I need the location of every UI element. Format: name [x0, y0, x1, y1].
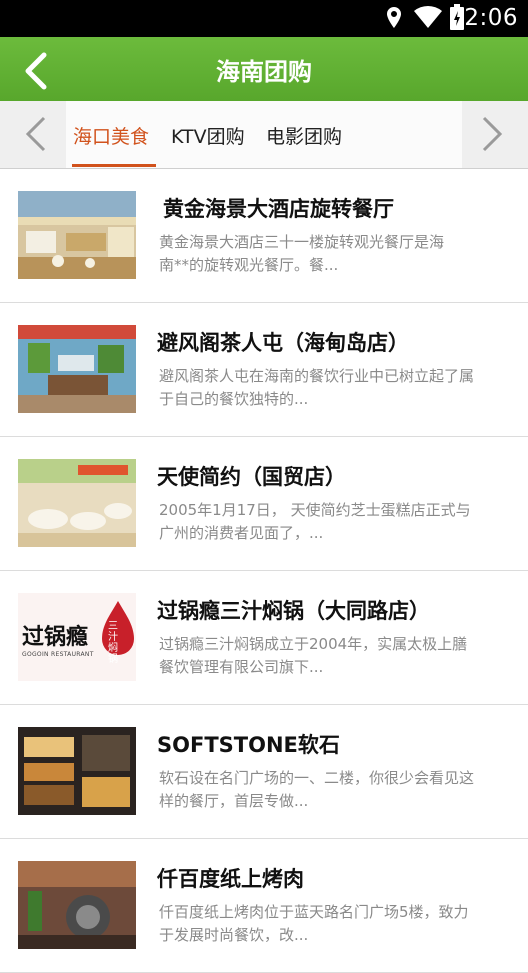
tab-haikou-food[interactable]: 海口美食 — [73, 122, 149, 149]
chevron-right-icon[interactable] — [476, 116, 506, 152]
item-description: 黄金海景大酒店三十一楼旋转观光餐厅是海 南**的旋转观光餐厅。餐... — [159, 233, 445, 274]
active-tab-indicator — [72, 164, 156, 167]
list-item[interactable]: SOFTSTONE软石 软石设在名门广场的一、二楼，你很少会看见这 样的餐厅，首… — [0, 705, 528, 839]
item-description: 软石设在名门广场的一、二楼，你很少会看见这 样的餐厅，首层专做... — [159, 769, 475, 810]
item-title: 黄金海景大酒店旋转餐厅 — [163, 197, 394, 221]
item-title: 天使简约（国贸店） — [157, 465, 346, 489]
restaurant-photo — [18, 325, 136, 413]
logo-subtext: GOGOIN RESTAURANT — [22, 651, 94, 658]
item-title: 仟百度纸上烤肉 — [157, 867, 304, 891]
list-item[interactable]: 黄金海景大酒店旋转餐厅 黄金海景大酒店三十一楼旋转观光餐厅是海 南**的旋转观光… — [0, 169, 528, 303]
status-time: 2:06 — [464, 5, 518, 31]
list-item[interactable]: 天使简约（国贸店） 2005年1月17日， 天使简约芝士蛋糕店正式与 广州的消费… — [0, 437, 528, 571]
logo-side-text: 三汁焖锅 — [108, 621, 118, 665]
restaurant-photo — [18, 861, 136, 949]
location-icon — [385, 6, 403, 34]
item-description: 避风阁茶人屯在海南的餐饮行业中已树立起了属 于自己的餐饮独特的... — [159, 367, 475, 408]
chevron-left-icon[interactable] — [22, 116, 52, 152]
restaurant-photo — [18, 727, 136, 815]
restaurant-photo — [18, 191, 136, 279]
category-tab-bar: 海口美食 KTV团购 电影团购 — [0, 101, 528, 169]
list-item[interactable]: 仟百度纸上烤肉 仟百度纸上烤肉位于蓝天路名门广场5楼，致力 于发展时尚餐饮，改.… — [0, 839, 528, 973]
item-title: SOFTSTONE软石 — [157, 733, 340, 757]
deal-list: 黄金海景大酒店旋转餐厅 黄金海景大酒店三十一楼旋转观光餐厅是海 南**的旋转观光… — [0, 169, 528, 973]
item-description: 过锅瘾三汁焖锅成立于2004年，实属太极上膳 餐饮管理有限公司旗下... — [159, 635, 468, 676]
item-description: 2005年1月17日， 天使简约芝士蛋糕店正式与 广州的消费者见面了，... — [159, 501, 471, 542]
tab-movie[interactable]: 电影团购 — [266, 122, 342, 149]
battery-icon — [449, 4, 465, 35]
list-item[interactable]: 避风阁茶人屯（海甸岛店） 避风阁茶人屯在海南的餐饮行业中已树立起了属 于自己的餐… — [0, 303, 528, 437]
status-bar: 2:06 — [0, 0, 528, 37]
tab-ktv[interactable]: KTV团购 — [171, 122, 245, 149]
item-title: 避风阁茶人屯（海甸岛店） — [157, 331, 409, 355]
item-title: 过锅瘾三汁焖锅（大同路店） — [157, 599, 430, 623]
page-title: 海南团购 — [216, 58, 312, 86]
tabs-container: 海口美食 KTV团购 电影团购 — [66, 101, 462, 168]
app-header: 海南团购 — [0, 37, 528, 101]
restaurant-photo — [18, 459, 136, 547]
wifi-icon — [413, 5, 443, 33]
item-description: 仟百度纸上烤肉位于蓝天路名门广场5楼，致力 于发展时尚餐饮，改... — [159, 903, 469, 944]
logo-text: 过锅瘾 — [22, 624, 89, 650]
restaurant-logo: 过锅瘾 三汁焖锅 GOGOIN RESTAURANT — [18, 593, 136, 681]
list-item[interactable]: 过锅瘾 三汁焖锅 GOGOIN RESTAURANT 过锅瘾三汁焖锅（大同路店）… — [0, 571, 528, 705]
